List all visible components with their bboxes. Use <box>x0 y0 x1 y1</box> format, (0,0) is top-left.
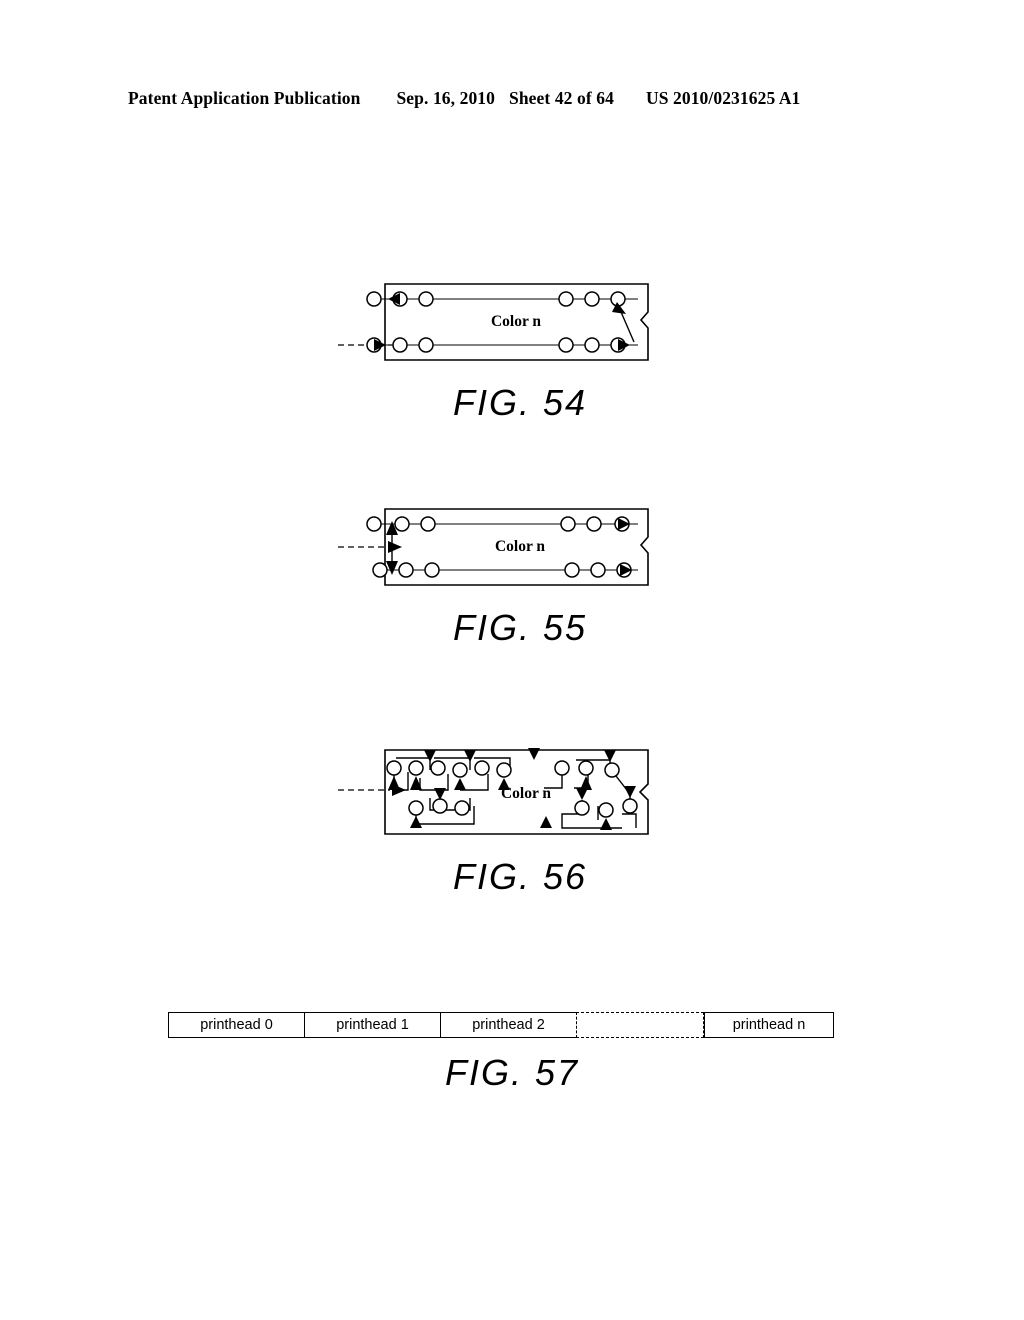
fig54-color-label: Color n <box>491 313 541 330</box>
nozzle <box>496 762 512 778</box>
nozzle <box>574 800 590 816</box>
nozzle <box>394 516 410 532</box>
nozzle <box>586 516 602 532</box>
figure-55: Color n FIG. 55 <box>330 487 710 657</box>
flow-arrow-icon <box>410 816 422 828</box>
nozzle <box>560 516 576 532</box>
flow-arrow-icon <box>580 776 592 790</box>
fig56-branch <box>419 774 449 791</box>
patent-page: Patent Application Publication Sep. 16, … <box>0 0 1024 1320</box>
nozzle <box>558 291 574 307</box>
flow-arrow-icon <box>464 750 476 762</box>
nozzle <box>474 760 490 776</box>
printhead-gap <box>576 1012 704 1038</box>
nozzle <box>392 337 408 353</box>
nozzle <box>604 762 620 778</box>
header-patent-number: US 2010/0231625 A1 <box>645 88 801 108</box>
fig55-color-label: Color n <box>495 538 545 555</box>
printhead-cell-n: printhead n <box>704 1012 834 1038</box>
flow-arrow-icon <box>624 786 636 798</box>
nozzle <box>454 800 470 816</box>
header-date: Sep. 16, 2010 <box>396 88 496 108</box>
figure-57: printhead 0 printhead 1 printhead 2 prin… <box>168 1012 856 1122</box>
fig56-branch <box>622 813 637 828</box>
flow-arrow-icon <box>576 788 588 800</box>
nozzle <box>386 760 402 776</box>
printhead-strip: printhead 0 printhead 1 printhead 2 prin… <box>168 1012 834 1038</box>
nozzle <box>424 562 440 578</box>
flow-arrow-icon <box>528 748 540 760</box>
figure-54: Color n FIG. 54 <box>330 262 710 432</box>
header-publication: Patent Application Publication <box>128 88 361 108</box>
figure-54-caption: FIG. 54 <box>452 382 588 423</box>
header-sheet: Sheet 42 of 64 <box>509 88 614 108</box>
nozzle <box>598 802 614 818</box>
nozzle <box>564 562 580 578</box>
nozzle <box>590 562 606 578</box>
nozzle <box>366 516 382 532</box>
nozzle <box>398 562 414 578</box>
figure-55-drawing: Color n <box>338 508 649 586</box>
flow-arrow-icon <box>434 788 446 800</box>
nozzle <box>418 337 434 353</box>
nozzle <box>558 337 574 353</box>
nozzle <box>372 562 388 578</box>
nozzle <box>432 798 448 814</box>
nozzle <box>418 291 434 307</box>
nozzle <box>554 760 570 776</box>
flow-arrow-icon <box>388 776 400 790</box>
flow-arrow-icon <box>388 541 402 553</box>
figure-56: Color n FIG. 56 <box>330 732 710 912</box>
printhead-cell-2: printhead 2 <box>440 1012 576 1038</box>
figure-57-caption: FIG. 57 <box>444 1052 580 1093</box>
printhead-cell-0: printhead 0 <box>168 1012 304 1038</box>
nozzle <box>452 762 468 778</box>
nozzle <box>366 291 382 307</box>
nozzle <box>578 760 594 776</box>
nozzle <box>420 516 436 532</box>
nozzle <box>408 800 424 816</box>
flow-arrow-icon <box>386 561 398 575</box>
page-header: Patent Application Publication Sep. 16, … <box>128 88 896 114</box>
nozzle <box>622 798 638 814</box>
flow-arrow-icon <box>424 750 436 762</box>
fig56-branch <box>561 800 622 829</box>
figure-55-caption: FIG. 55 <box>452 607 588 648</box>
nozzle <box>408 760 424 776</box>
flow-arrow-icon <box>600 818 612 830</box>
nozzle <box>584 337 600 353</box>
printhead-cell-1: printhead 1 <box>304 1012 440 1038</box>
figure-56-caption: FIG. 56 <box>452 856 588 897</box>
nozzle <box>584 291 600 307</box>
figure-56-drawing: Color n <box>338 748 649 835</box>
flow-arrow-icon <box>454 778 466 790</box>
fig56-color-label: Color n <box>501 785 551 802</box>
nozzle <box>430 760 446 776</box>
flow-arrow-icon <box>540 816 552 828</box>
figure-54-drawing: Color n <box>338 283 649 361</box>
